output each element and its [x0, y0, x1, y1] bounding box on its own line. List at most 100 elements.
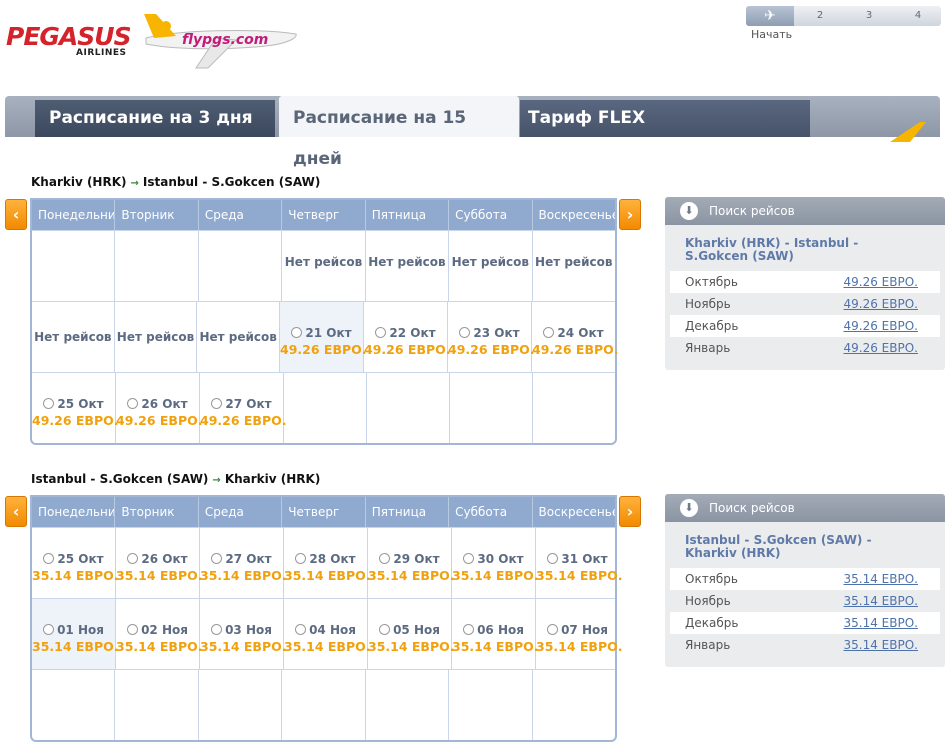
- day-date: 29 Окт: [393, 552, 440, 566]
- fare-radio[interactable]: [379, 624, 391, 635]
- route-arrow-icon: →: [212, 475, 221, 486]
- site-url: flypgs.com: [182, 32, 269, 48]
- month-price-link[interactable]: 35.14 ЕВРО.: [844, 590, 918, 612]
- empty-day-cell: [115, 231, 199, 301]
- outbound-from: Kharkiv (HRK): [31, 175, 127, 189]
- day-fare-cell[interactable]: 01 Ноя 35.14 ЕВРО.: [32, 599, 119, 669]
- fare-radio[interactable]: [127, 398, 139, 409]
- step-3[interactable]: 3: [845, 6, 893, 26]
- empty-day-cell: [450, 373, 533, 443]
- month-price-link[interactable]: 35.14 ЕВРО.: [844, 634, 918, 656]
- fare-radio[interactable]: [295, 553, 307, 564]
- step-4[interactable]: 4: [894, 6, 942, 26]
- fare-radio[interactable]: [459, 327, 471, 338]
- outbound-search-panel: ⬇ Поиск рейсов Kharkiv (HRK) - Istanbul -…: [665, 197, 945, 370]
- day-fare-cell[interactable]: 29 Окт 35.14 ЕВРО.: [368, 528, 455, 598]
- step-plane-icon[interactable]: ✈: [746, 6, 794, 26]
- panel-title: Поиск рейсов: [709, 204, 795, 218]
- fare-radio[interactable]: [375, 327, 387, 338]
- fare-radio[interactable]: [211, 398, 223, 409]
- day-fare-cell[interactable]: 07 Ноя 35.14 ЕВРО.: [536, 599, 623, 669]
- month-price-link[interactable]: 49.26 ЕВРО.: [844, 293, 918, 315]
- empty-day-cell: [533, 373, 615, 443]
- download-arrow-icon: ⬇: [680, 202, 698, 220]
- outbound-route-title: Kharkiv (HRK) → Istanbul - S.Gokcen (SAW): [31, 175, 320, 189]
- weekday-label: Понедельник: [32, 497, 116, 527]
- day-fare-cell[interactable]: 05 Ноя 35.14 ЕВРО.: [368, 599, 455, 669]
- outbound-to: Istanbul - S.Gokcen (SAW): [142, 175, 321, 189]
- day-fare-cell[interactable]: 26 Окт 35.14 ЕВРО.: [116, 528, 203, 598]
- fare-radio[interactable]: [211, 624, 223, 635]
- month-price-link[interactable]: 49.26 ЕВРО.: [844, 315, 918, 337]
- fare-radio[interactable]: [127, 553, 139, 564]
- fare-radio[interactable]: [295, 624, 307, 635]
- inbound-prev-button[interactable]: ‹: [5, 496, 27, 527]
- fare-radio[interactable]: [211, 553, 223, 564]
- panel-header[interactable]: ⬇ Поиск рейсов: [665, 494, 945, 522]
- day-date: 04 Ноя: [309, 623, 356, 637]
- day-fare-cell[interactable]: 27 Окт 49.26 ЕВРО.: [200, 373, 287, 443]
- pegasus-logo[interactable]: PEGASUS AIRLINES flypgs.com: [6, 8, 297, 69]
- month-label: Декабрь: [685, 319, 739, 333]
- fare-radio[interactable]: [379, 553, 391, 564]
- day-fare-cell[interactable]: 31 Окт 35.14 ЕВРО.: [536, 528, 623, 598]
- weekday-label: Четверг: [282, 200, 366, 230]
- tab-15-day[interactable]: Расписание на 15 дней: [279, 96, 519, 169]
- outbound-next-button[interactable]: ›: [619, 199, 641, 230]
- day-fare-cell[interactable]: 27 Окт 35.14 ЕВРО.: [200, 528, 287, 598]
- no-flights-cell: Нет рейсов: [32, 302, 115, 372]
- day-price: 35.14 ЕВРО.: [284, 639, 371, 654]
- day-fare-cell[interactable]: 26 Окт 49.26 ЕВРО.: [116, 373, 203, 443]
- fare-radio[interactable]: [43, 553, 55, 564]
- fare-radio[interactable]: [127, 624, 139, 635]
- outbound-prev-button[interactable]: ‹: [5, 199, 27, 230]
- inbound-calendar: Понедельник Вторник Среда Четверг Пятница Суб…: [30, 495, 623, 742]
- month-fare-row: Декабрь 49.26 ЕВРО.: [670, 315, 940, 337]
- fare-radio[interactable]: [43, 398, 55, 409]
- tab-3-day[interactable]: Расписание на 3 дня: [35, 100, 275, 137]
- wing-icon: [890, 122, 926, 142]
- day-fare-cell[interactable]: 22 Окт 49.26 ЕВРО.: [364, 302, 451, 372]
- fare-radio[interactable]: [463, 624, 475, 635]
- day-fare-cell[interactable]: 25 Окт 35.14 ЕВРО.: [32, 528, 119, 598]
- day-fare-cell[interactable]: 06 Ноя 35.14 ЕВРО.: [452, 599, 539, 669]
- day-fare-cell[interactable]: 24 Окт 49.26 ЕВРО.: [532, 302, 619, 372]
- tab-flex-fare[interactable]: Тариф FLEX: [520, 100, 810, 137]
- month-price-link[interactable]: 49.26 ЕВРО.: [844, 271, 918, 293]
- month-label: Октябрь: [685, 572, 738, 586]
- weekday-label: Вторник: [115, 200, 199, 230]
- day-fare-cell[interactable]: 28 Окт 35.14 ЕВРО.: [284, 528, 371, 598]
- panel-header[interactable]: ⬇ Поиск рейсов: [665, 197, 945, 225]
- day-fare-cell[interactable]: 03 Ноя 35.14 ЕВРО.: [200, 599, 287, 669]
- day-price: 35.14 ЕВРО.: [32, 568, 119, 583]
- no-flights-cell: Нет рейсов: [115, 302, 198, 372]
- empty-day-cell: [367, 373, 450, 443]
- calendar-week-row: Нет рейсов Нет рейсов Нет рейсов Нет рейсов: [32, 230, 615, 301]
- day-fare-cell[interactable]: 02 Ноя 35.14 ЕВРО.: [116, 599, 203, 669]
- fare-radio[interactable]: [547, 624, 559, 635]
- fare-radio[interactable]: [43, 624, 55, 635]
- no-flights-cell: Нет рейсов: [282, 231, 366, 301]
- fare-radio[interactable]: [291, 327, 303, 338]
- day-fare-cell[interactable]: 04 Ноя 35.14 ЕВРО.: [284, 599, 371, 669]
- empty-day-cell: [199, 231, 283, 301]
- empty-day-cell: [449, 670, 533, 740]
- fare-radio[interactable]: [547, 553, 559, 564]
- month-price-link[interactable]: 49.26 ЕВРО.: [844, 337, 918, 359]
- month-label: Январь: [685, 638, 731, 652]
- empty-day-cell: [284, 373, 367, 443]
- step-2[interactable]: 2: [796, 6, 844, 26]
- day-price: 49.26 ЕВРО.: [532, 342, 619, 357]
- day-fare-cell[interactable]: 23 Окт 49.26 ЕВРО.: [448, 302, 535, 372]
- day-fare-cell[interactable]: 30 Окт 35.14 ЕВРО.: [452, 528, 539, 598]
- day-price: 35.14 ЕВРО.: [200, 639, 287, 654]
- month-price-link[interactable]: 35.14 ЕВРО.: [844, 568, 918, 590]
- no-flights-cell: Нет рейсов: [449, 231, 533, 301]
- inbound-next-button[interactable]: ›: [619, 496, 641, 527]
- fare-radio[interactable]: [543, 327, 555, 338]
- fare-radio[interactable]: [463, 553, 475, 564]
- day-fare-cell[interactable]: 25 Окт 49.26 ЕВРО.: [32, 373, 119, 443]
- month-price-link[interactable]: 35.14 ЕВРО.: [844, 612, 918, 634]
- day-fare-cell[interactable]: 21 Окт 49.26 ЕВРО.: [280, 302, 367, 372]
- brand-name: PEGASUS: [6, 22, 132, 51]
